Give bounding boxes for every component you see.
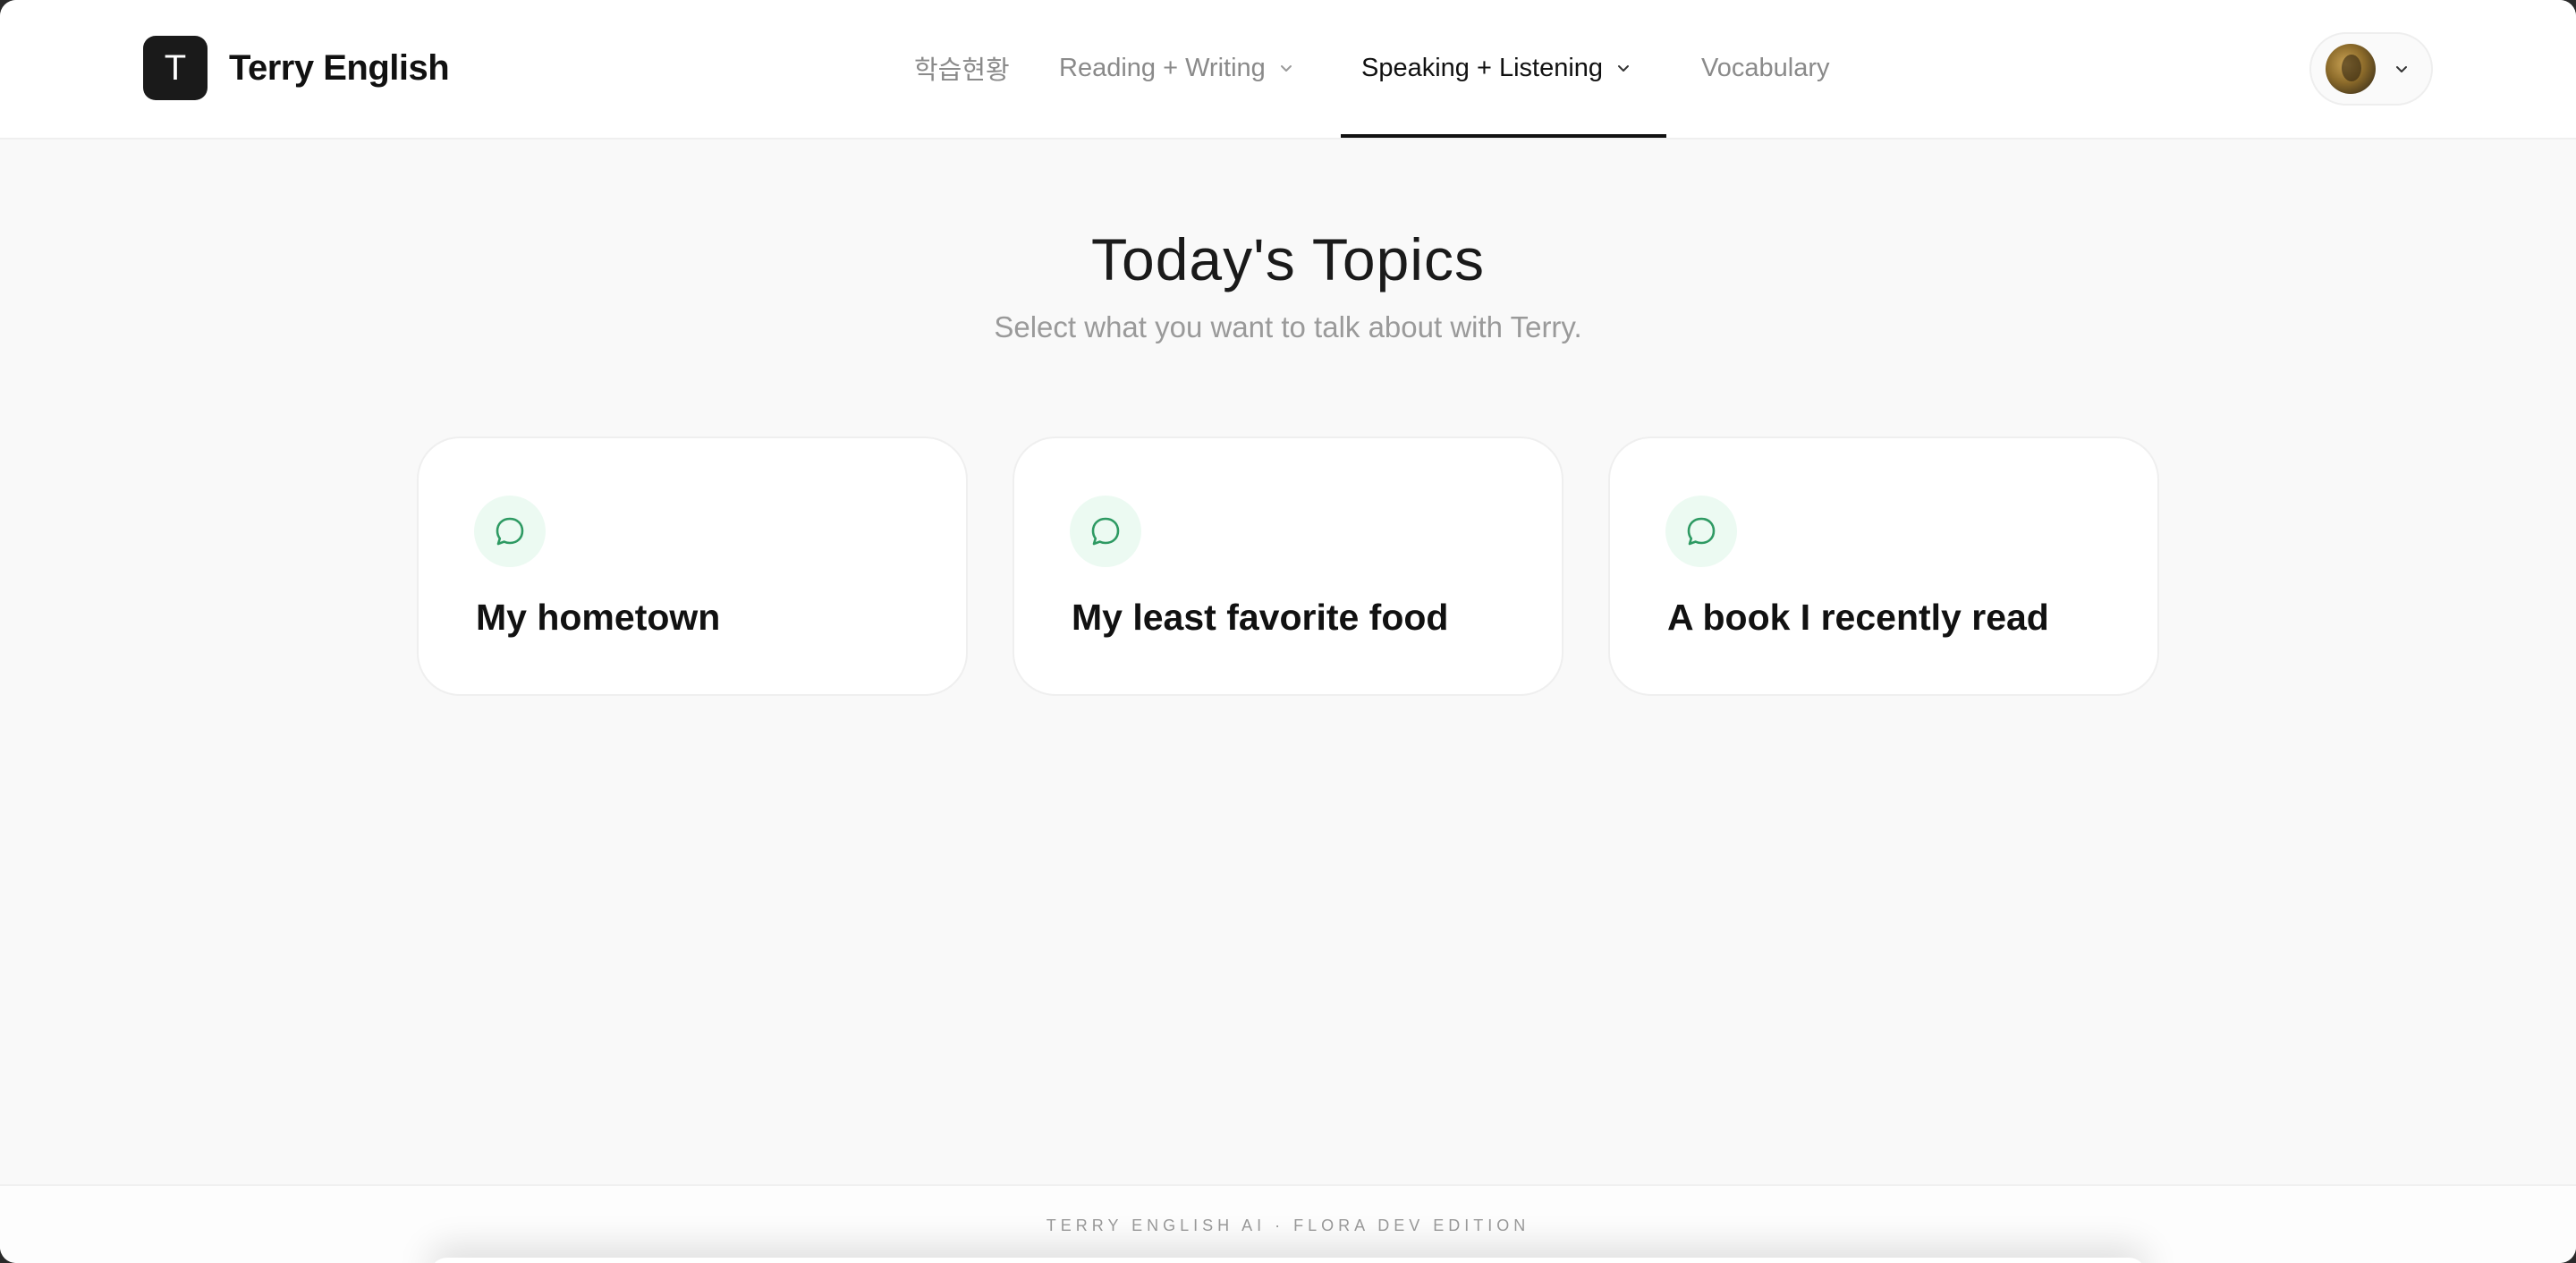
- topic-card-hometown[interactable]: My hometown: [417, 437, 968, 696]
- top-header: T Terry English 학습현황 Reading + Writing S…: [0, 0, 2576, 140]
- chat-bubble-icon: [1070, 496, 1141, 567]
- nav-item-label: Speaking + Listening: [1361, 53, 1604, 82]
- nav-item-speaking-listening[interactable]: Speaking + Listening: [1361, 50, 1631, 86]
- chevron-down-icon: [2396, 66, 2407, 72]
- nav-item-label: 학습현황: [914, 56, 1010, 85]
- nav-item-learning-status[interactable]: 학습현황: [914, 50, 1010, 86]
- topic-title: A book I recently read: [1667, 597, 2049, 638]
- chevron-down-icon: [1280, 65, 1292, 72]
- topic-title: My hometown: [476, 597, 721, 638]
- nav-item-vocabulary[interactable]: Vocabulary: [1701, 50, 1830, 86]
- chat-bubble-icon: [1665, 496, 1737, 567]
- topic-card-recent-book[interactable]: A book I recently read: [1608, 437, 2159, 696]
- topic-title: My least favorite food: [1072, 597, 1449, 638]
- avatar: [2326, 44, 2376, 94]
- profile-menu-button[interactable]: [2309, 32, 2433, 106]
- app-window: T Terry English 학습현황 Reading + Writing S…: [0, 0, 2576, 1263]
- brand-name[interactable]: Terry English: [229, 45, 450, 91]
- footer-text: TERRY ENGLISH AI · FLORA DEV EDITION: [1046, 1216, 1530, 1234]
- bottom-panel-edge: [429, 1258, 2147, 1263]
- chevron-down-icon: [1618, 65, 1630, 72]
- footer: TERRY ENGLISH AI · FLORA DEV EDITION: [0, 1184, 2576, 1263]
- topic-card-least-favorite-food[interactable]: My least favorite food: [1013, 437, 1563, 696]
- chat-bubble-icon: [474, 496, 546, 567]
- logo-letter: T: [164, 47, 187, 88]
- nav-item-reading-writing[interactable]: Reading + Writing: [1059, 50, 1294, 86]
- nav-item-label: Reading + Writing: [1059, 53, 1266, 82]
- nav-item-label: Vocabulary: [1701, 53, 1830, 82]
- logo-icon[interactable]: T: [143, 36, 208, 100]
- page-title: Today's Topics: [1091, 226, 1485, 292]
- page-subtitle: Select what you want to talk about with …: [994, 310, 1582, 343]
- active-tab-indicator: [1341, 134, 1666, 138]
